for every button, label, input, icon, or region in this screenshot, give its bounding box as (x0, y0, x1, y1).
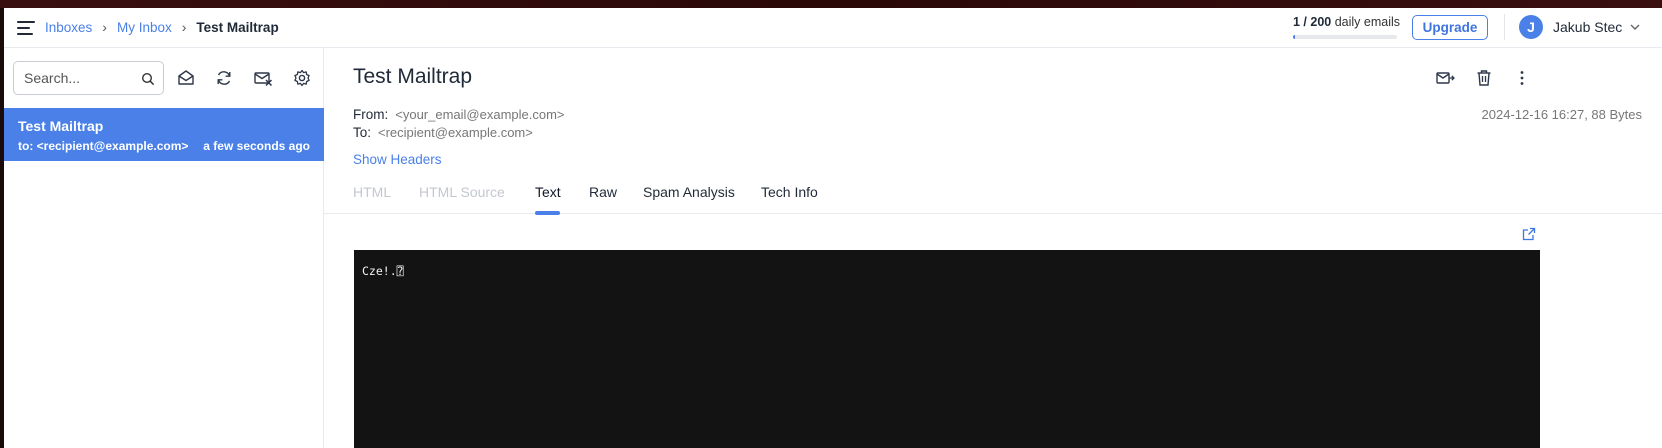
tab-tech-info[interactable]: Tech Info (761, 184, 818, 200)
breadcrumb-separator-icon: › (102, 19, 107, 35)
to-address: <recipient@example.com> (378, 125, 533, 140)
top-header: Inboxes › My Inbox › Test Mailtrap 1 / 2… (4, 8, 1662, 48)
message-date-size: 2024-12-16 16:27, 88 Bytes (1481, 107, 1642, 122)
tab-text[interactable]: Text (535, 184, 561, 200)
quota-progress-fill (1293, 35, 1296, 39)
message-tabs: HTML HTML Source Text Raw Spam Analysis … (324, 176, 1662, 215)
header-divider (1504, 14, 1505, 40)
user-menu[interactable]: J Jakub Stec (1519, 15, 1641, 39)
upgrade-button[interactable]: Upgrade (1412, 15, 1488, 40)
tab-html-source[interactable]: HTML Source (419, 184, 505, 200)
tab-spam-analysis[interactable]: Spam Analysis (643, 184, 735, 200)
to-label: To: (353, 125, 372, 140)
clear-inbox-icon[interactable] (253, 68, 273, 88)
quota-progress-bar (1293, 35, 1397, 39)
forward-icon[interactable] (1435, 68, 1455, 88)
show-headers-link[interactable]: Show Headers (353, 152, 442, 167)
message-list-item[interactable]: Test Mailtrap to: <recipient@example.com… (4, 108, 324, 161)
search-icon[interactable] (141, 72, 155, 86)
quota-used: 1 / 200 (1293, 15, 1332, 29)
message-time: a few seconds ago (203, 139, 310, 153)
from-address: <your_email@example.com> (395, 107, 565, 122)
window-top-strip (0, 0, 1662, 8)
breadcrumb-current: Test Mailtrap (196, 19, 279, 35)
breadcrumb-inboxes[interactable]: Inboxes (45, 20, 92, 35)
chevron-down-icon (1630, 24, 1640, 30)
from-row: From: <your_email@example.com> (353, 107, 565, 122)
mailtrap-app: Inboxes › My Inbox › Test Mailtrap 1 / 2… (4, 8, 1662, 448)
to-row: To: <recipient@example.com> (353, 125, 533, 140)
external-link-icon[interactable] (1522, 227, 1536, 241)
daily-email-quota: 1 / 200 daily emails (1293, 15, 1401, 39)
user-name: Jakub Stec (1553, 19, 1623, 35)
search-field[interactable] (13, 61, 164, 95)
tab-raw[interactable]: Raw (589, 184, 617, 200)
breadcrumb-my-inbox[interactable]: My Inbox (117, 20, 172, 35)
settings-icon[interactable] (292, 68, 312, 88)
breadcrumb: Inboxes › My Inbox › Test Mailtrap (45, 19, 279, 35)
mark-read-icon[interactable] (176, 68, 196, 88)
inbox-sidebar: Test Mailtrap to: <recipient@example.com… (4, 48, 324, 448)
message-view: Test Mailtrap From: <your_email@example.c… (324, 48, 1662, 448)
breadcrumb-separator-icon: › (181, 19, 187, 35)
message-recipient: to: <recipient@example.com> (18, 139, 189, 153)
message-subject: Test Mailtrap (18, 118, 104, 134)
hamburger-menu-icon[interactable] (17, 21, 35, 35)
avatar: J (1519, 15, 1543, 39)
message-title: Test Mailtrap (353, 65, 473, 88)
quota-label: daily emails (1331, 15, 1401, 29)
active-tab-indicator (535, 211, 560, 215)
trash-icon[interactable] (1474, 68, 1494, 88)
from-label: From: (353, 107, 389, 122)
tab-html[interactable]: HTML (353, 184, 391, 200)
refresh-icon[interactable] (214, 68, 234, 88)
message-body-text: Cze!.⍰ (362, 264, 404, 278)
more-vertical-icon[interactable] (1512, 68, 1532, 88)
search-input[interactable] (24, 70, 134, 86)
text-body-panel: Cze!.⍰ (354, 250, 1540, 448)
